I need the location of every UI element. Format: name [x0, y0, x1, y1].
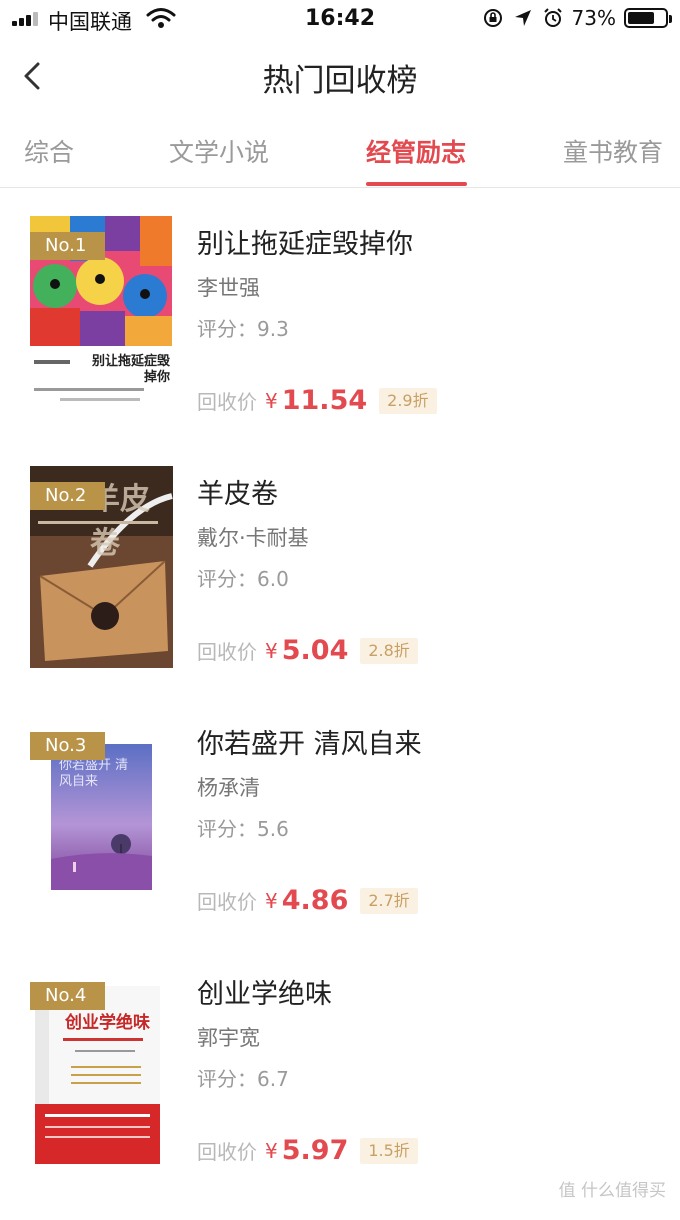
currency-symbol: ¥	[265, 638, 278, 663]
book-rating: 评分：5.6	[197, 817, 289, 841]
discount-badge: 2.9折	[379, 387, 437, 414]
currency-symbol: ¥	[265, 1138, 278, 1163]
price-row: 回收价 ¥4.86 2.7折	[197, 885, 418, 919]
nav-bar: 热门回收榜	[0, 38, 680, 114]
tab-children-education[interactable]: 童书教育	[563, 133, 663, 169]
price-label: 回收价	[197, 1140, 257, 1164]
category-tabs: 综合 文学小说 经管励志 童书教育	[0, 114, 680, 188]
price-row: 回收价 ¥11.54 2.9折	[197, 385, 437, 419]
rank-badge: No.1	[30, 232, 105, 260]
recycle-price: 11.54	[281, 385, 368, 416]
book-title: 别让拖延症毁掉你	[197, 229, 413, 260]
currency-symbol: ¥	[265, 388, 278, 413]
active-tab-indicator	[366, 182, 467, 186]
recycle-price: 5.04	[281, 635, 349, 666]
tab-business[interactable]: 经管励志	[366, 133, 466, 169]
watermark: 值 什么值得买	[559, 1176, 666, 1201]
recycle-price: 4.86	[281, 885, 349, 916]
cover-title: 别让拖延症毁掉你	[91, 354, 170, 385]
book-title: 创业学绝味	[197, 979, 332, 1010]
location-icon	[514, 10, 531, 26]
list-item[interactable]: 别让拖延症毁掉你 No.1 别让拖延症毁掉你 李世强 评分：9.3 回收价 ¥11…	[0, 216, 680, 470]
cover-title: 你若盛开 清风自来	[59, 758, 129, 789]
book-author: 郭宇宽	[197, 1026, 260, 1050]
rank-badge: No.2	[30, 482, 105, 510]
status-bar: 中国联通 16:42 73%	[0, 0, 680, 38]
battery-icon	[624, 8, 672, 28]
book-rating: 评分：9.3	[197, 317, 289, 341]
book-author: 杨承清	[197, 776, 260, 800]
cover-title: 创业学绝味	[65, 1013, 150, 1033]
list-item[interactable]: 你若盛开 清风自来 No.3 你若盛开 清风自来 杨承清 评分：5.6 回收价 ¥…	[0, 720, 680, 970]
price-row: 回收价 ¥5.97 1.5折	[197, 1135, 418, 1169]
page-title: 热门回收榜	[262, 63, 418, 99]
recycle-price: 5.97	[281, 1135, 349, 1166]
tab-literature[interactable]: 文学小说	[169, 133, 269, 169]
tab-overall[interactable]: 综合	[24, 133, 74, 169]
battery-percent: 73%	[571, 6, 616, 30]
discount-badge: 2.7折	[360, 887, 418, 914]
price-label: 回收价	[197, 890, 257, 914]
watermark-text: 值 什么值得买	[558, 1181, 666, 1201]
currency-symbol: ¥	[265, 888, 278, 913]
book-cover: 你若盛开 清风自来	[51, 744, 152, 890]
book-rating: 评分：6.0	[197, 567, 289, 591]
book-author: 李世强	[197, 276, 260, 300]
book-title: 羊皮卷	[197, 479, 278, 510]
discount-badge: 2.8折	[360, 637, 418, 664]
book-author: 戴尔·卡耐基	[197, 526, 309, 550]
discount-badge: 1.5折	[360, 1137, 418, 1164]
book-rating: 评分：6.7	[197, 1067, 289, 1091]
rotation-lock-icon	[483, 9, 502, 27]
price-label: 回收价	[197, 390, 257, 414]
price-label: 回收价	[197, 640, 257, 664]
rank-badge: No.3	[30, 732, 105, 760]
alarm-icon	[543, 8, 562, 27]
list-item[interactable]: 羊皮卷 No.2 羊皮卷 戴尔·卡耐基 评分：6.0 回收价 ¥5.04 2.8折	[0, 466, 680, 720]
price-row: 回收价 ¥5.04 2.8折	[197, 635, 418, 669]
rank-badge: No.4	[30, 982, 105, 1010]
book-cover: 创业学绝味	[35, 986, 160, 1164]
book-title: 你若盛开 清风自来	[197, 729, 422, 760]
